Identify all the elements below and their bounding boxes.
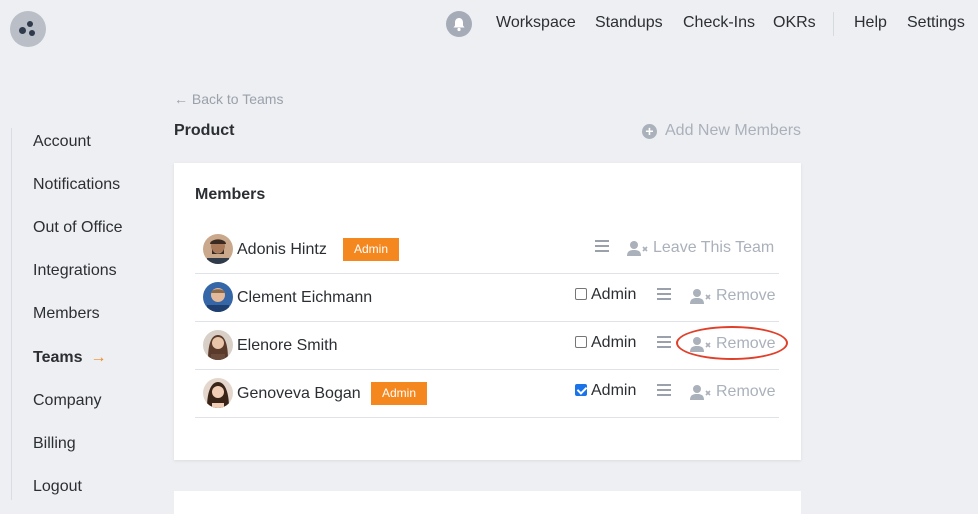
members-card: Members Adonis Hintz Admin Leave This Te… xyxy=(174,163,801,460)
sidebar-divider xyxy=(11,128,12,500)
admin-badge: Admin xyxy=(371,382,428,405)
drag-handle-icon[interactable] xyxy=(657,288,671,302)
top-bar: Workspace Standups Check-Ins OKRs Help S… xyxy=(0,0,978,48)
drag-handle-icon[interactable] xyxy=(657,384,671,398)
app-logo[interactable] xyxy=(10,11,46,47)
sidebar-item-integrations[interactable]: Integrations xyxy=(33,262,117,280)
leave-team-label: Leave This Team xyxy=(653,239,775,256)
members-card-title: Members xyxy=(195,186,266,203)
sidebar-item-teams-label: Teams xyxy=(33,349,83,366)
sidebar-item-company[interactable]: Company xyxy=(33,392,101,410)
highlight-annotation xyxy=(676,326,788,360)
admin-checkbox[interactable]: Admin xyxy=(575,286,636,304)
notifications-bell-icon[interactable] xyxy=(446,11,472,37)
checkbox-box[interactable] xyxy=(575,384,587,396)
member-name: Clement Eichmann xyxy=(237,289,373,306)
nav-settings[interactable]: Settings xyxy=(907,14,965,32)
page-title: Product xyxy=(174,122,235,139)
remove-label: Remove xyxy=(716,287,776,304)
user-remove-icon xyxy=(627,241,648,256)
avatar xyxy=(203,282,233,312)
member-name: Adonis Hintz xyxy=(237,241,327,258)
active-arrow-icon: → xyxy=(90,349,107,366)
sidebar-item-account[interactable]: Account xyxy=(33,133,91,151)
sidebar-item-logout[interactable]: Logout xyxy=(33,478,82,496)
second-card xyxy=(174,491,801,514)
checkbox-box[interactable] xyxy=(575,336,587,348)
avatar xyxy=(203,378,233,408)
remove-label: Remove xyxy=(716,383,776,400)
remove-button[interactable]: Remove xyxy=(690,383,776,401)
member-row: Genoveva Bogan Admin Admin Remove xyxy=(195,370,779,418)
admin-checkbox-label: Admin xyxy=(591,382,637,399)
sidebar-item-notifications[interactable]: Notifications xyxy=(33,176,120,194)
member-row: Adonis Hintz Admin Leave This Team xyxy=(195,226,779,274)
admin-checkbox-label: Admin xyxy=(591,286,637,303)
nav-check-ins[interactable]: Check-Ins xyxy=(683,14,755,32)
user-remove-icon xyxy=(690,385,711,400)
avatar xyxy=(203,330,233,360)
drag-handle-icon[interactable] xyxy=(595,240,609,254)
sidebar-item-members[interactable]: Members xyxy=(33,305,100,323)
plus-circle-icon: + xyxy=(642,123,657,139)
checkbox-box[interactable] xyxy=(575,288,587,300)
user-remove-icon xyxy=(690,289,711,304)
nav-help[interactable]: Help xyxy=(854,14,887,32)
nav-standups[interactable]: Standups xyxy=(595,14,663,32)
admin-checkbox[interactable]: Admin xyxy=(575,334,636,352)
back-to-teams-link[interactable]: ← Back to Teams xyxy=(174,91,283,107)
add-new-members-button[interactable]: + Add New Members xyxy=(642,122,801,140)
nav-divider xyxy=(833,12,834,36)
drag-handle-icon[interactable] xyxy=(657,336,671,350)
member-name: Genoveva Bogan xyxy=(237,385,361,402)
admin-checkbox-label: Admin xyxy=(591,334,637,351)
remove-button[interactable]: Remove xyxy=(690,287,776,305)
leave-team-button[interactable]: Leave This Team xyxy=(627,239,774,257)
sidebar-item-billing[interactable]: Billing xyxy=(33,435,76,453)
member-row: Clement Eichmann Admin Remove xyxy=(195,274,779,322)
nav-workspace[interactable]: Workspace xyxy=(496,14,576,32)
member-name: Elenore Smith xyxy=(237,337,338,354)
sidebar-item-out-of-office[interactable]: Out of Office xyxy=(33,219,123,237)
sidebar-item-teams[interactable]: Teams → xyxy=(33,349,107,367)
nav-okrs[interactable]: OKRs xyxy=(773,14,816,32)
admin-checkbox[interactable]: Admin xyxy=(575,382,636,400)
admin-badge: Admin xyxy=(343,238,400,261)
add-new-members-label: Add New Members xyxy=(665,122,802,139)
avatar xyxy=(203,234,233,264)
